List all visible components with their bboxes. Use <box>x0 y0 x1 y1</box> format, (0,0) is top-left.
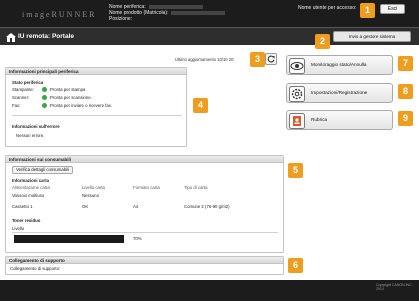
fax-label: Fax: <box>12 103 21 108</box>
callout-badge-5: 5 <box>288 163 303 178</box>
toner-level-label: Livello <box>12 226 25 231</box>
callout-badge-6: 6 <box>288 258 303 273</box>
toner-percent: 70% <box>133 236 142 241</box>
column-header-source: Alimentazione carta <box>12 185 50 190</box>
column-header-level: Livello carta <box>82 185 105 190</box>
callout-badge-9: 9 <box>398 111 413 126</box>
column-header-type: Tipo di carta <box>184 185 208 190</box>
support-link-panel: Collegamento di supporto Collegamento di… <box>5 256 284 275</box>
paper-row-level: OK <box>82 204 89 209</box>
monitor-eye-icon <box>289 58 305 74</box>
paper-info-heading: Informazioni carta <box>12 178 50 183</box>
fax-status: Pronta per inviare o ricevere fax. <box>50 103 113 108</box>
status-monitor-cancel-button[interactable]: Monitoraggio stato/Annulla <box>286 55 393 75</box>
column-header-size: Formato carta <box>133 185 160 190</box>
mail-system-manager-button[interactable]: Invio a gestore sistema <box>333 31 411 42</box>
callout-badge-8: 8 <box>398 84 413 99</box>
user-label: Nome utente per accesso: <box>298 5 357 11</box>
toner-level-bar <box>14 235 124 243</box>
callout-badge-7: 7 <box>398 56 413 71</box>
refresh-icon <box>267 55 275 63</box>
title-bar: IU remota: Portale Invio a gestore siste… <box>0 27 419 45</box>
callout-badge-3: 3 <box>250 52 265 67</box>
refresh-button[interactable] <box>265 53 277 65</box>
page-title: IU remota: Portale <box>18 33 74 40</box>
brand-logo: imageRUNNER <box>22 10 97 19</box>
device-info-heading: Informazioni principali periferica <box>6 68 186 75</box>
address-book-label: Rubrica <box>311 117 328 122</box>
settings-registration-button[interactable]: Impostazioni/Registrazione <box>286 83 393 103</box>
divider <box>12 115 182 116</box>
callout-badge-1: 1 <box>360 3 375 18</box>
printer-status: Pronta per stampa <box>50 87 86 92</box>
paper-row-size: A4 <box>133 204 139 209</box>
home-icon <box>6 33 16 42</box>
toner-divider <box>12 232 278 233</box>
toner-heading: Toner residuo <box>12 218 41 223</box>
paper-row-source: Vassoio multiuso <box>12 193 45 198</box>
paper-row-type: Comune 2 (76-90 g/m2) <box>184 204 230 209</box>
last-update-text: Ultimo aggiornamento 10/10 20: <box>175 57 235 62</box>
error-info-heading: Informazioni sull'errore <box>12 124 60 129</box>
printer-status-dot <box>42 87 47 92</box>
product-name-value <box>171 10 226 15</box>
logout-button[interactable]: Esci <box>380 4 405 14</box>
check-consumables-button[interactable]: Verifica dettagli consumabili <box>12 166 74 174</box>
device-status-heading: Stato periferica <box>12 80 44 85</box>
callout-badge-2: 2 <box>315 34 330 49</box>
printer-label: Stampante: <box>12 87 34 92</box>
device-info-panel: Informazioni principali periferica Stato… <box>5 67 187 147</box>
footer-bar: Copyright CANON INC. 2014 <box>0 280 419 301</box>
device-name-value <box>148 4 203 9</box>
status-monitor-label: Monitoraggio stato/Annulla <box>311 62 367 67</box>
scanner-status-dot <box>42 95 47 100</box>
support-link-heading: Collegamento di supporto <box>6 257 283 264</box>
support-link-label: Collegamento di supporto: <box>10 266 61 271</box>
callout-badge-4: 4 <box>193 98 208 113</box>
scanner-label: Scanner: <box>12 95 30 100</box>
scanner-status: Pronta per scansione. <box>50 95 92 100</box>
copyright-text: Copyright CANON INC. 2014 <box>376 283 413 291</box>
paper-row-source: Cassetto 1 <box>12 204 33 209</box>
fax-status-dot <box>42 103 47 108</box>
device-info-block: Nome periferica: Nome prodotto (Matricol… <box>109 4 226 22</box>
location-label: Posizione: <box>109 16 133 22</box>
address-book-button[interactable]: Rubrica <box>286 110 393 130</box>
top-bar: imageRUNNER Nome periferica: Nome prodot… <box>0 0 419 27</box>
paper-row-level: Nessuno <box>82 193 99 198</box>
consumables-heading: Informazioni sui consumabili <box>6 156 283 163</box>
error-info-value: Nessun errore. <box>16 133 45 138</box>
settings-gear-icon <box>289 86 305 102</box>
settings-registration-label: Impostazioni/Registrazione <box>311 90 368 95</box>
address-book-icon <box>289 113 305 129</box>
